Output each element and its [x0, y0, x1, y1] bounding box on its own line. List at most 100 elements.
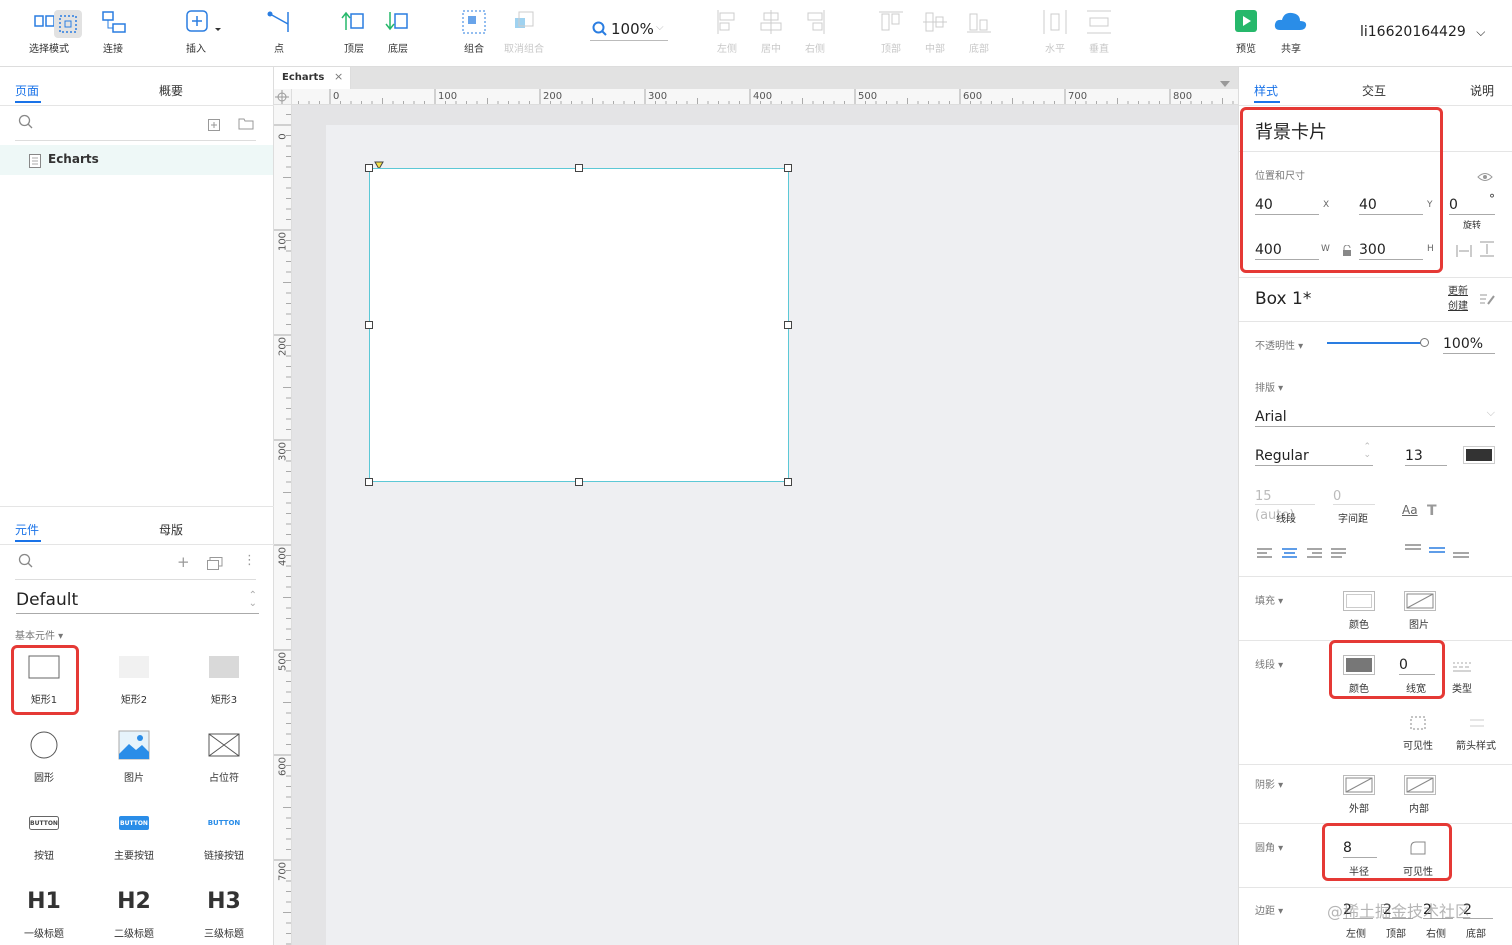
align-text-right-icon[interactable]	[1307, 548, 1322, 558]
border-section[interactable]: 线段 ▾	[1255, 656, 1283, 671]
valign-bottom-icon[interactable]	[1453, 552, 1469, 558]
tab-interaction[interactable]: 交互	[1362, 82, 1386, 99]
text-case-icon[interactable]: Aa	[1402, 503, 1418, 517]
resize-handle-nw[interactable]	[365, 164, 373, 172]
widget-h2[interactable]: H2 二级标题	[104, 883, 164, 941]
border-type-icon[interactable]	[1453, 658, 1471, 677]
connect-button[interactable]: 连接	[96, 8, 130, 55]
widget-rectangle-gray[interactable]: 矩形2	[104, 649, 164, 706]
font-weight-select[interactable]: Regular ⌃ ⌄	[1255, 443, 1373, 466]
group-button[interactable]: 组合	[458, 8, 490, 55]
widget-rectangle-dark[interactable]: 矩形3	[194, 649, 254, 706]
resize-handle-n[interactable]	[575, 164, 583, 172]
opacity-field[interactable]: 100%	[1443, 333, 1495, 354]
library-copy-icon[interactable]	[207, 555, 223, 574]
rotation-field[interactable]: 0 °	[1449, 192, 1495, 215]
tab-outline[interactable]: 概要	[159, 82, 183, 99]
tab-style[interactable]: 样式	[1254, 82, 1278, 99]
text-style-icon[interactable]: T	[1427, 503, 1437, 519]
align-center-button[interactable]: 居中	[756, 8, 786, 55]
align-text-justify-icon[interactable]	[1331, 548, 1346, 558]
widget-h3[interactable]: H3 三级标题	[194, 883, 254, 941]
resize-handle-e[interactable]	[784, 321, 792, 329]
bring-to-front-button[interactable]: 顶层	[338, 8, 370, 55]
valign-middle-icon[interactable]	[1429, 547, 1445, 553]
align-right-button[interactable]: 右侧	[800, 8, 830, 55]
ungroup-button[interactable]: 取消组合	[500, 8, 548, 55]
align-text-center-icon[interactable]	[1282, 548, 1297, 558]
fit-width-icon[interactable]	[1456, 243, 1472, 262]
outer-shadow-button[interactable]	[1343, 775, 1375, 795]
inner-shadow-button[interactable]	[1404, 775, 1436, 795]
align-bottom-button[interactable]: 底部	[964, 8, 994, 55]
share-button[interactable]: 共享	[1272, 8, 1310, 55]
shadow-section[interactable]: 阴影 ▾	[1255, 776, 1283, 791]
distribute-vertical-button[interactable]: 垂直	[1084, 8, 1114, 55]
text-color-swatch[interactable]	[1463, 446, 1495, 464]
opacity-slider-handle[interactable]	[1420, 338, 1429, 347]
edit-style-icon[interactable]	[1479, 291, 1495, 310]
radius-section[interactable]: 圆角 ▾	[1255, 839, 1283, 854]
align-middle-button[interactable]: 中部	[920, 8, 950, 55]
opacity-slider-track[interactable]	[1327, 338, 1429, 347]
insert-button[interactable]: 插入	[176, 8, 221, 55]
widget-placeholder[interactable]: 占位符	[194, 727, 254, 784]
page-item-echarts[interactable]: Echarts	[0, 145, 273, 175]
tab-notes[interactable]: 说明	[1470, 82, 1494, 99]
resize-handle-s[interactable]	[575, 478, 583, 486]
add-page-icon[interactable]	[208, 116, 220, 135]
opacity-section[interactable]: 不透明性 ▾	[1255, 337, 1303, 352]
widget-link-button[interactable]: BUTTON 链接按钮	[194, 805, 254, 862]
letter-spacing-field[interactable]: 0	[1333, 485, 1375, 505]
font-family-select[interactable]: Arial ⌵	[1255, 406, 1495, 427]
tab-widgets[interactable]: 元件	[15, 521, 39, 538]
align-top-button[interactable]: 顶部	[876, 8, 906, 55]
library-more-icon[interactable]: ⋮	[243, 553, 256, 568]
fill-image-button[interactable]	[1404, 591, 1436, 611]
resize-handle-w[interactable]	[365, 321, 373, 329]
fit-height-icon[interactable]	[1479, 241, 1495, 261]
library-select[interactable]: Default ⌃ ⌄	[16, 590, 259, 614]
close-tab-icon[interactable]: ×	[334, 70, 343, 83]
style-name[interactable]: Box 1*	[1255, 289, 1311, 309]
send-to-back-button[interactable]: 底层	[382, 8, 414, 55]
add-folder-icon[interactable]	[238, 115, 254, 134]
font-size-field[interactable]: 13	[1405, 445, 1447, 466]
zoom-select[interactable]: 100% ⌵	[590, 19, 668, 41]
basic-widgets-section[interactable]: 基本元件 ▾	[15, 627, 63, 642]
fill-section[interactable]: 填充 ▾	[1255, 592, 1283, 607]
ruler-origin[interactable]	[274, 89, 292, 105]
widget-circle[interactable]: 圆形	[14, 727, 74, 784]
tab-masters[interactable]: 母版	[159, 521, 183, 538]
doc-tab-echarts[interactable]: Echarts ×	[274, 67, 351, 89]
tab-pages[interactable]: 页面	[15, 82, 39, 99]
valign-top-icon[interactable]	[1405, 544, 1421, 550]
visibility-eye-icon[interactable]	[1477, 167, 1493, 186]
user-menu[interactable]: li16620164429 ⌵	[1360, 24, 1485, 40]
border-visibility-icon[interactable]	[1410, 715, 1426, 734]
selected-box-widget[interactable]	[369, 168, 789, 482]
create-style-link[interactable]: 创建	[1448, 299, 1468, 314]
update-style-link[interactable]: 更新	[1448, 284, 1468, 299]
preview-button[interactable]: 预览	[1231, 8, 1261, 55]
add-library-icon[interactable]: +	[177, 553, 190, 571]
padding-section[interactable]: 边距 ▾	[1255, 902, 1283, 917]
point-button[interactable]: 点	[264, 8, 294, 55]
widget-button[interactable]: BUTTON 按钮	[14, 805, 74, 862]
resize-handle-ne[interactable]	[784, 164, 792, 172]
page-search-icon[interactable]	[18, 114, 34, 134]
align-left-button[interactable]: 左侧	[712, 8, 742, 55]
typography-section[interactable]: 排版 ▾	[1255, 379, 1283, 394]
widget-h1[interactable]: H1 一级标题	[14, 883, 74, 941]
line-height-field[interactable]: 15 (auto)	[1255, 485, 1315, 523]
fill-color-swatch[interactable]	[1343, 591, 1375, 611]
widget-search-icon[interactable]	[18, 553, 34, 573]
widget-image[interactable]: 图片	[104, 727, 164, 784]
align-text-left-icon[interactable]	[1257, 548, 1272, 558]
resize-handle-sw[interactable]	[365, 478, 373, 486]
distribute-horizontal-button[interactable]: 水平	[1040, 8, 1070, 55]
resize-handle-se[interactable]	[784, 478, 792, 486]
style-update-create[interactable]: 更新 创建	[1448, 284, 1468, 314]
widget-primary-button[interactable]: BUTTON 主要按钮	[104, 805, 164, 862]
arrow-style-icon[interactable]	[1469, 715, 1485, 734]
